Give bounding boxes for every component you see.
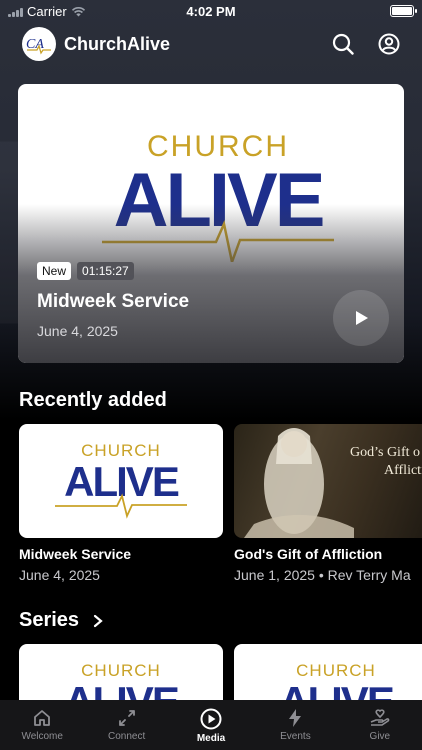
home-icon bbox=[34, 710, 51, 726]
play-icon bbox=[356, 311, 368, 325]
tab-label: Connect bbox=[107, 731, 146, 742]
series-card[interactable]: CHURCH ALIVE bbox=[234, 644, 422, 700]
tab-give[interactable]: Give bbox=[338, 700, 422, 750]
search-icon[interactable] bbox=[332, 33, 354, 55]
tab-label: Media bbox=[196, 733, 226, 744]
series-card[interactable]: CHURCH ALIVE bbox=[19, 644, 223, 700]
series-heading-link[interactable]: Series bbox=[19, 609, 103, 632]
new-badge: New bbox=[37, 262, 72, 280]
app-logo[interactable]: CA bbox=[22, 27, 56, 61]
app-header: CA ChurchAlive bbox=[22, 27, 400, 61]
chevron-right-icon bbox=[93, 614, 103, 627]
tab-connect[interactable]: Connect bbox=[84, 700, 168, 750]
play-button[interactable] bbox=[333, 290, 389, 346]
svg-text:ALIVE: ALIVE bbox=[64, 678, 179, 700]
battery-icon bbox=[390, 5, 417, 17]
tab-events[interactable]: Events bbox=[253, 700, 337, 750]
play-circle-icon bbox=[200, 708, 222, 730]
tab-label: Give bbox=[369, 731, 391, 742]
svg-text:God’s Gift o: God’s Gift o bbox=[350, 445, 420, 460]
church-alive-thumbnail: CHURCH ALIVE bbox=[64, 661, 181, 700]
featured-media-card[interactable]: CHURCH ALIVE New 01:15:27 Midweek Servic… bbox=[18, 84, 404, 363]
media-card-midweek[interactable]: CHURCH ALIVE bbox=[19, 424, 223, 538]
recently-added-heading: Recently added bbox=[19, 389, 167, 411]
media-card-title: God's Gift of Affliction bbox=[234, 546, 383, 562]
tab-media[interactable]: Media bbox=[169, 700, 253, 750]
give-hand-icon bbox=[370, 709, 390, 726]
media-card-subtitle: June 1, 2025 • Rev Terry Ma bbox=[234, 567, 411, 583]
media-card-date: June 4, 2025 bbox=[19, 567, 100, 583]
clock: 4:02 PM bbox=[186, 4, 236, 19]
church-alive-thumbnail: CHURCH ALIVE bbox=[55, 441, 187, 519]
media-card-title: Midweek Service bbox=[19, 546, 132, 562]
hero-title: Midweek Service bbox=[37, 291, 190, 312]
lightning-icon bbox=[289, 709, 302, 727]
svg-text:Afflictio: Afflictio bbox=[384, 463, 422, 478]
account-icon[interactable] bbox=[378, 33, 400, 55]
church-alive-thumbnail: CHURCH ALIVE bbox=[279, 661, 396, 700]
media-card-gods-gift[interactable]: God’s Gift o Afflictio bbox=[234, 424, 422, 538]
painting-thumbnail: God’s Gift o Afflictio bbox=[244, 428, 422, 538]
status-bar: Carrier 4:02 PM bbox=[0, 0, 422, 22]
svg-text:ALIVE: ALIVE bbox=[279, 678, 394, 700]
series-rail[interactable]: CHURCH ALIVE CHURCH ALIVE bbox=[0, 644, 422, 700]
hero-date: June 4, 2025 bbox=[37, 323, 118, 339]
arrows-icon bbox=[118, 710, 135, 726]
app-title: ChurchAlive bbox=[64, 33, 171, 54]
duration-badge: 01:15:27 bbox=[77, 262, 134, 280]
series-heading: Series bbox=[19, 609, 80, 631]
tab-bar: Welcome Connect Media Events Give bbox=[0, 700, 422, 750]
tab-label: Events bbox=[280, 731, 311, 742]
church-alive-logo-icon: CA bbox=[26, 37, 51, 55]
tab-welcome[interactable]: Welcome bbox=[0, 700, 84, 750]
recently-added-rail[interactable]: CHURCH ALIVE Midweek Service June 4, 202… bbox=[0, 424, 422, 589]
tab-label: Welcome bbox=[21, 731, 63, 742]
